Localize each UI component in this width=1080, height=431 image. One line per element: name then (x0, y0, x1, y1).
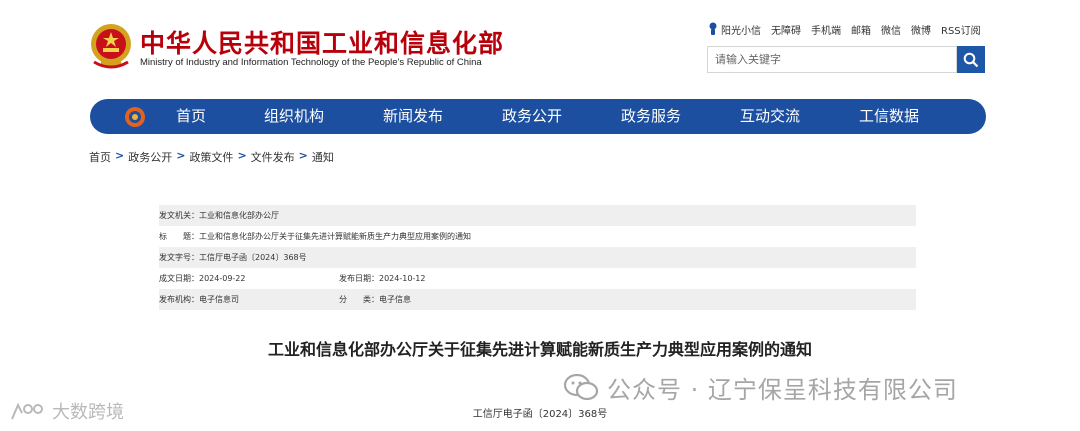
meta-issuer: 发文机关：工业和信息化部办公厅 (159, 211, 279, 220)
document-title: 工业和信息化部办公厅关于征集先进计算赋能新质生产力典型应用案例的通知 (267, 340, 812, 359)
breadcrumb-separator: > (115, 149, 125, 162)
breadcrumb: 首页 > 政务公开 > 政策文件 > 文件发布 > 通知 (89, 149, 334, 165)
breadcrumb-gov-affairs[interactable]: 政务公开 (128, 149, 172, 165)
toplink-sunshine[interactable]: 阳光小信 (708, 22, 761, 37)
wechat-icon (563, 373, 599, 401)
meta-category: 分 类：电子信息 (339, 295, 411, 304)
toplink-accessibility[interactable]: 无障碍 (771, 22, 801, 37)
search-input[interactable] (707, 46, 957, 73)
site-title: 中华人民共和国工业和信息化部 (140, 29, 505, 58)
document-number: 工信厅电子函〔2024〕368号 (472, 409, 608, 420)
meta-row: 成文日期：2024-09-22 发布日期：2024-10-12 (159, 268, 916, 289)
watermark-text: 公众号 · 辽宁保呈科技有限公司 (607, 375, 958, 404)
breadcrumb-policy[interactable]: 政策文件 (189, 149, 233, 165)
nav-interaction[interactable]: 互动交流 (740, 99, 800, 134)
main-nav: 首页 组织机构 新闻发布 政务公开 政务服务 互动交流 工信数据 (90, 99, 986, 134)
toplink-label: 阳光小信 (721, 25, 761, 37)
breadcrumb-separator: > (237, 149, 247, 162)
brand-watermark: 大数跨境 (8, 397, 124, 425)
nav-gov-services[interactable]: 政务服务 (621, 99, 681, 134)
search-icon (963, 52, 979, 67)
wechat-watermark: 公众号 · 辽宁保呈科技有限公司 (563, 370, 958, 404)
breadcrumb-separator: > (176, 149, 186, 162)
breadcrumb-separator: > (298, 149, 308, 162)
breadcrumb-release[interactable]: 文件发布 (251, 149, 295, 165)
document-meta-table: 发文机关：工业和信息化部办公厅 标 题：工业和信息化部办公厅关于征集先进计算赋能… (159, 205, 916, 310)
nav-news[interactable]: 新闻发布 (383, 99, 443, 134)
national-emblem-icon (88, 22, 134, 70)
top-links: 阳光小信 无障碍 手机端 邮箱 微信 微博 RSS订阅 (708, 21, 981, 37)
miit-logo-icon (123, 105, 147, 129)
toplink-rss[interactable]: RSS订阅 (941, 22, 981, 37)
meta-row: 发布机构：电子信息司 分 类：电子信息 (159, 289, 916, 310)
search-button[interactable] (957, 46, 985, 73)
toplink-mail[interactable]: 邮箱 (851, 22, 871, 37)
nav-gov-affairs[interactable]: 政务公开 (502, 99, 562, 134)
breadcrumb-home[interactable]: 首页 (89, 149, 111, 165)
meta-date-written: 成文日期：2024-09-22 (159, 274, 246, 283)
meta-row: 标 题：工业和信息化部办公厅关于征集先进计算赋能新质生产力典型应用案例的通知 (159, 226, 916, 247)
toplink-weibo[interactable]: 微博 (911, 22, 931, 37)
toplink-mobile[interactable]: 手机端 (811, 22, 841, 37)
meta-org: 发布机构：电子信息司 (159, 295, 239, 304)
meta-row: 发文机关：工业和信息化部办公厅 (159, 205, 916, 226)
meta-row: 发文字号：工信厅电子函〔2024〕368号 (159, 247, 916, 268)
nav-organization[interactable]: 组织机构 (264, 99, 324, 134)
nav-home[interactable]: 首页 (176, 99, 206, 134)
meta-doc-number: 发文字号：工信厅电子函〔2024〕368号 (159, 253, 307, 262)
breadcrumb-notice[interactable]: 通知 (312, 149, 334, 165)
mascot-icon (709, 22, 717, 35)
toplink-wechat[interactable]: 微信 (881, 22, 901, 37)
meta-title: 标 题：工业和信息化部办公厅关于征集先进计算赋能新质生产力典型应用案例的通知 (159, 232, 471, 241)
meta-date-published: 发布日期：2024-10-12 (339, 274, 426, 283)
nav-data[interactable]: 工信数据 (859, 99, 919, 134)
site-subtitle: Ministry of Industry and Information Tec… (140, 57, 482, 68)
brand-watermark-icon (11, 402, 43, 420)
brand-watermark-text: 大数跨境 (52, 402, 124, 423)
